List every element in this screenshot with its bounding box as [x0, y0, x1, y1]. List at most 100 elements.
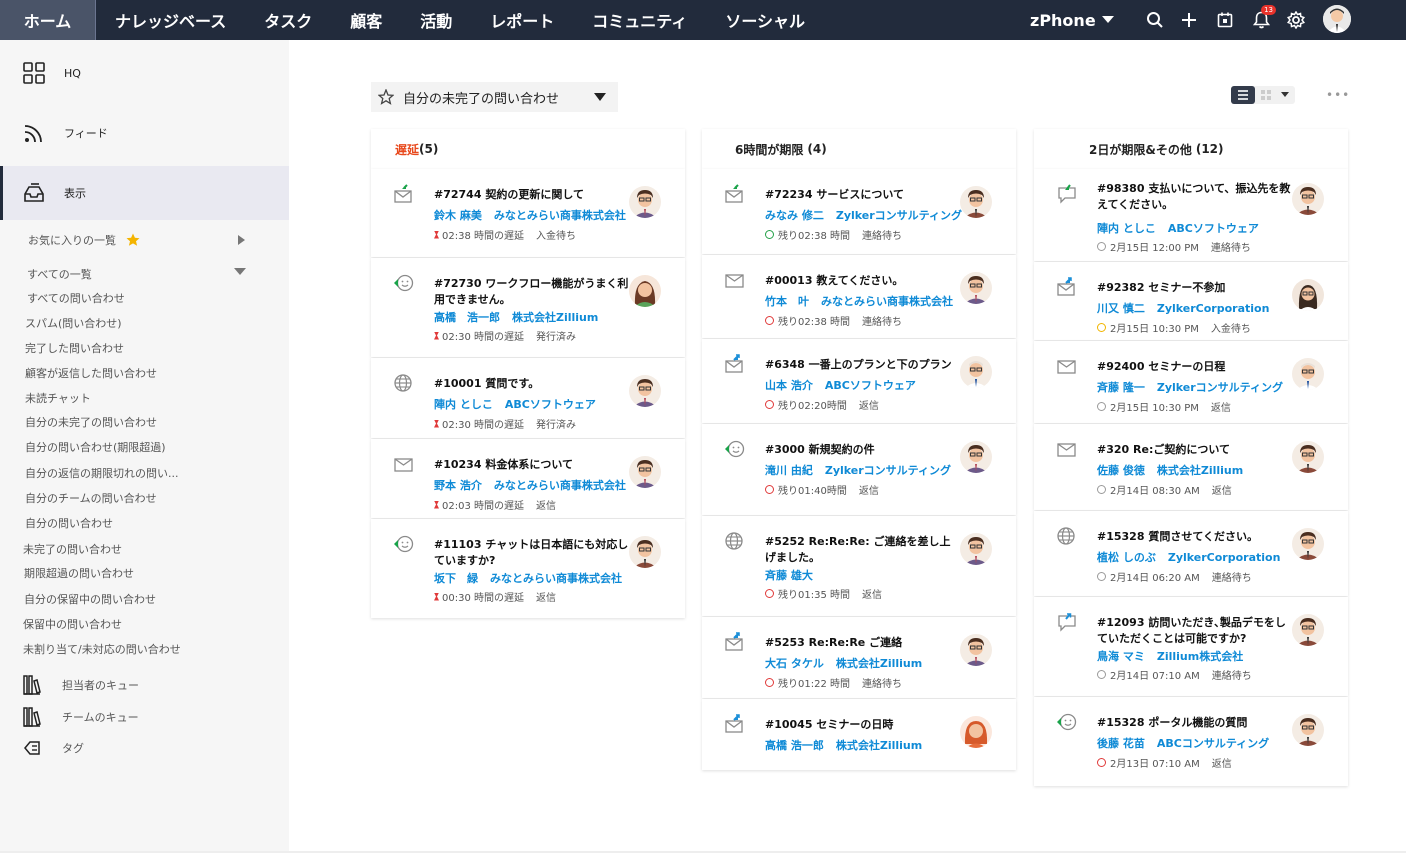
contact-name-link[interactable]: 川又 慎二: [1097, 302, 1145, 315]
ticket-card[interactable]: #72744 契約の更新に関して 鈴木 麻美 みなとみらい商事株式会社 02:38 時…: [371, 169, 685, 257]
view-link[interactable]: 完了した問い合わせ: [25, 340, 124, 356]
sidebar-item-views[interactable]: 表示: [0, 166, 289, 220]
ticket-status[interactable]: 発行済み: [536, 416, 576, 431]
ticket-subject[interactable]: #72744 契約の更新に関して: [434, 187, 629, 203]
account-name-link[interactable]: 株式会社Zillium: [1157, 464, 1243, 477]
agent-avatar[interactable]: [629, 186, 661, 218]
nav-tab-social[interactable]: ソーシャル: [706, 0, 824, 40]
account-name-link[interactable]: ABCコンサルティング: [1157, 737, 1269, 750]
ticket-status[interactable]: 連絡待ち: [862, 227, 902, 242]
contact-name-link[interactable]: 佐藤 俊徳: [1097, 464, 1145, 477]
ticket-subject[interactable]: #98380 支払いについて、振込先を教えてください。: [1097, 181, 1292, 213]
ticket-status[interactable]: 連絡待ち: [1212, 667, 1252, 682]
view-selector-dropdown[interactable]: 自分の未完了の問い合わせ: [371, 82, 618, 112]
ticket-status[interactable]: 入金待ち: [536, 227, 576, 242]
ticket-subject[interactable]: #72730 ワークフロー機能がうまく利用できません。: [434, 276, 629, 308]
ticket-card[interactable]: #320 Re:ご契約について 佐藤 俊徳 株式会社Zillium 2月14日 08:…: [1034, 424, 1348, 510]
account-name-link[interactable]: Zillium株式会社: [1157, 650, 1243, 663]
ticket-card[interactable]: #92400 セミナーの日程 斉藤 隆一 Zylkerコンサルティング 2月15日 1…: [1034, 341, 1348, 423]
ticket-subject[interactable]: #15328 ポータル機能の質問: [1097, 715, 1292, 731]
view-link[interactable]: 未割り当て/未対応の問い合わせ: [23, 641, 181, 657]
account-name-link[interactable]: 株式会社Zillium: [512, 311, 598, 324]
agent-avatar[interactable]: [1292, 714, 1324, 746]
nav-tab-customers[interactable]: 顧客: [331, 0, 401, 40]
more-options-icon[interactable]: •••: [1326, 88, 1350, 102]
account-name-link[interactable]: みなとみらい商事株式会社: [494, 209, 626, 222]
agent-avatar[interactable]: [1292, 528, 1324, 560]
agent-avatar[interactable]: [1292, 183, 1324, 215]
ticket-card[interactable]: #3000 新規契約の件 滝川 由紀 Zylkerコンサルティング 残り01:40時間…: [702, 424, 1016, 515]
view-link[interactable]: 未読チャット: [25, 390, 91, 406]
agent-avatar[interactable]: [1292, 614, 1324, 646]
contact-name-link[interactable]: 斉藤 隆一: [1097, 381, 1145, 394]
agent-avatar[interactable]: [960, 186, 992, 218]
view-link[interactable]: 自分の未完了の問い合わせ: [25, 414, 157, 430]
sidebar-item-team-queue[interactable]: チームのキュー: [23, 707, 139, 727]
ticket-status[interactable]: 連絡待ち: [1212, 569, 1252, 584]
agent-avatar[interactable]: [1292, 358, 1324, 390]
account-name-link[interactable]: みなとみらい商事株式会社: [490, 572, 622, 585]
ticket-card[interactable]: #92382 セミナー不参加 川又 慎二 ZylkerCorporation 2月15…: [1034, 262, 1348, 340]
add-icon[interactable]: [1177, 8, 1201, 32]
view-link[interactable]: スパム(問い合わせ): [25, 315, 122, 331]
ticket-card[interactable]: #15328 質問させてください。 植松 しのぶ ZylkerCorporation…: [1034, 511, 1348, 596]
view-link[interactable]: 自分のチームの問い合わせ: [25, 490, 157, 506]
contact-name-link[interactable]: 鈴木 麻美: [434, 209, 482, 222]
ticket-subject[interactable]: #00013 教えてください。: [765, 273, 960, 289]
view-link[interactable]: すべての問い合わせ: [27, 290, 125, 306]
ticket-subject[interactable]: #11103 チャットは日本語にも対応していますか?: [434, 537, 629, 569]
nav-tab-reports[interactable]: レポート: [471, 0, 573, 40]
ticket-status[interactable]: 返信: [862, 586, 882, 601]
ticket-status[interactable]: 連絡待ち: [1211, 239, 1251, 254]
contact-name-link[interactable]: 山本 浩介: [765, 379, 813, 392]
view-link[interactable]: 自分の問い合わせ: [25, 515, 113, 531]
ticket-card[interactable]: #12093 訪問いただき､製品デモをしていただくことは可能ですか? 鳥海 マミ Z…: [1034, 597, 1348, 696]
contact-name-link[interactable]: 鳥海 マミ: [1097, 650, 1145, 663]
notification-bell-icon[interactable]: 13: [1249, 5, 1276, 32]
account-name-link[interactable]: みなとみらい商事株式会社: [821, 295, 953, 308]
account-name-link[interactable]: Zylkerコンサルティング: [836, 209, 962, 222]
contact-name-link[interactable]: 高橋 浩一郎: [434, 311, 500, 324]
ticket-subject[interactable]: #72234 サービスについて: [765, 187, 960, 203]
nav-tab-community[interactable]: コミュニティ: [573, 0, 706, 40]
contact-name-link[interactable]: 斉藤 雄大: [765, 569, 813, 582]
account-name-link[interactable]: 株式会社Zillium: [836, 739, 922, 752]
ticket-status[interactable]: 返信: [859, 397, 879, 412]
ticket-subject[interactable]: #5253 Re:Re:Re ご連絡: [765, 635, 960, 651]
ticket-card[interactable]: #98380 支払いについて、振込先を教えてください。 陣内 としこ ABCソフトウ…: [1034, 169, 1348, 261]
view-link[interactable]: 保留中の問い合わせ: [23, 616, 122, 632]
account-name-link[interactable]: ABCソフトウェア: [505, 398, 596, 411]
ticket-status[interactable]: 返信: [536, 497, 556, 512]
agent-avatar[interactable]: [629, 275, 661, 307]
ticket-subject[interactable]: #10234 料金体系について: [434, 457, 629, 473]
all-views-toggle[interactable]: すべての一覧: [27, 266, 249, 282]
ticket-subject[interactable]: #10001 質問です。: [434, 376, 629, 392]
view-link[interactable]: 自分の返信の期限切れの問い...: [25, 465, 179, 481]
ticket-card[interactable]: #10234 料金体系について 野本 浩介 みなとみらい商事株式会社 02:03 時間…: [371, 439, 685, 518]
ticket-subject[interactable]: #3000 新規契約の件: [765, 442, 960, 458]
sidebar-item-tags[interactable]: タグ: [23, 739, 84, 757]
ticket-status[interactable]: 返信: [1212, 482, 1232, 497]
grid-view-icon[interactable]: [1261, 90, 1271, 100]
ticket-subject[interactable]: #92400 セミナーの日程: [1097, 359, 1292, 375]
ticket-status[interactable]: 返信: [1211, 399, 1231, 414]
agent-avatar[interactable]: [960, 441, 992, 473]
user-avatar[interactable]: [1323, 5, 1351, 33]
sidebar-item-agent-queue[interactable]: 担当者のキュー: [23, 675, 139, 695]
account-name-link[interactable]: ABCソフトウェア: [1168, 222, 1259, 235]
calendar-icon[interactable]: [1213, 8, 1237, 32]
account-name-link[interactable]: Zylkerコンサルティング: [1157, 381, 1283, 394]
ticket-card[interactable]: #72234 サービスについて みなみ 修二 Zylkerコンサルティング 残り02:…: [702, 169, 1016, 254]
favorites-toggle[interactable]: お気に入りの一覧: [28, 232, 248, 248]
ticket-status[interactable]: 入金待ち: [1211, 320, 1251, 335]
agent-avatar[interactable]: [1292, 441, 1324, 473]
contact-name-link[interactable]: みなみ 修二: [765, 209, 824, 222]
ticket-status[interactable]: 返信: [1212, 755, 1232, 770]
view-link[interactable]: 自分の問い合わせ(期限超過): [25, 439, 166, 455]
agent-avatar[interactable]: [960, 716, 992, 748]
view-link[interactable]: 期限超過の問い合わせ: [24, 565, 134, 581]
ticket-status[interactable]: 発行済み: [536, 328, 576, 343]
nav-tab-tasks[interactable]: タスク: [245, 0, 331, 40]
ticket-card[interactable]: #72730 ワークフロー機能がうまく利用できません。高橋 浩一郎 株式会社Zil…: [371, 258, 685, 357]
layout-toggle[interactable]: [1231, 86, 1295, 104]
